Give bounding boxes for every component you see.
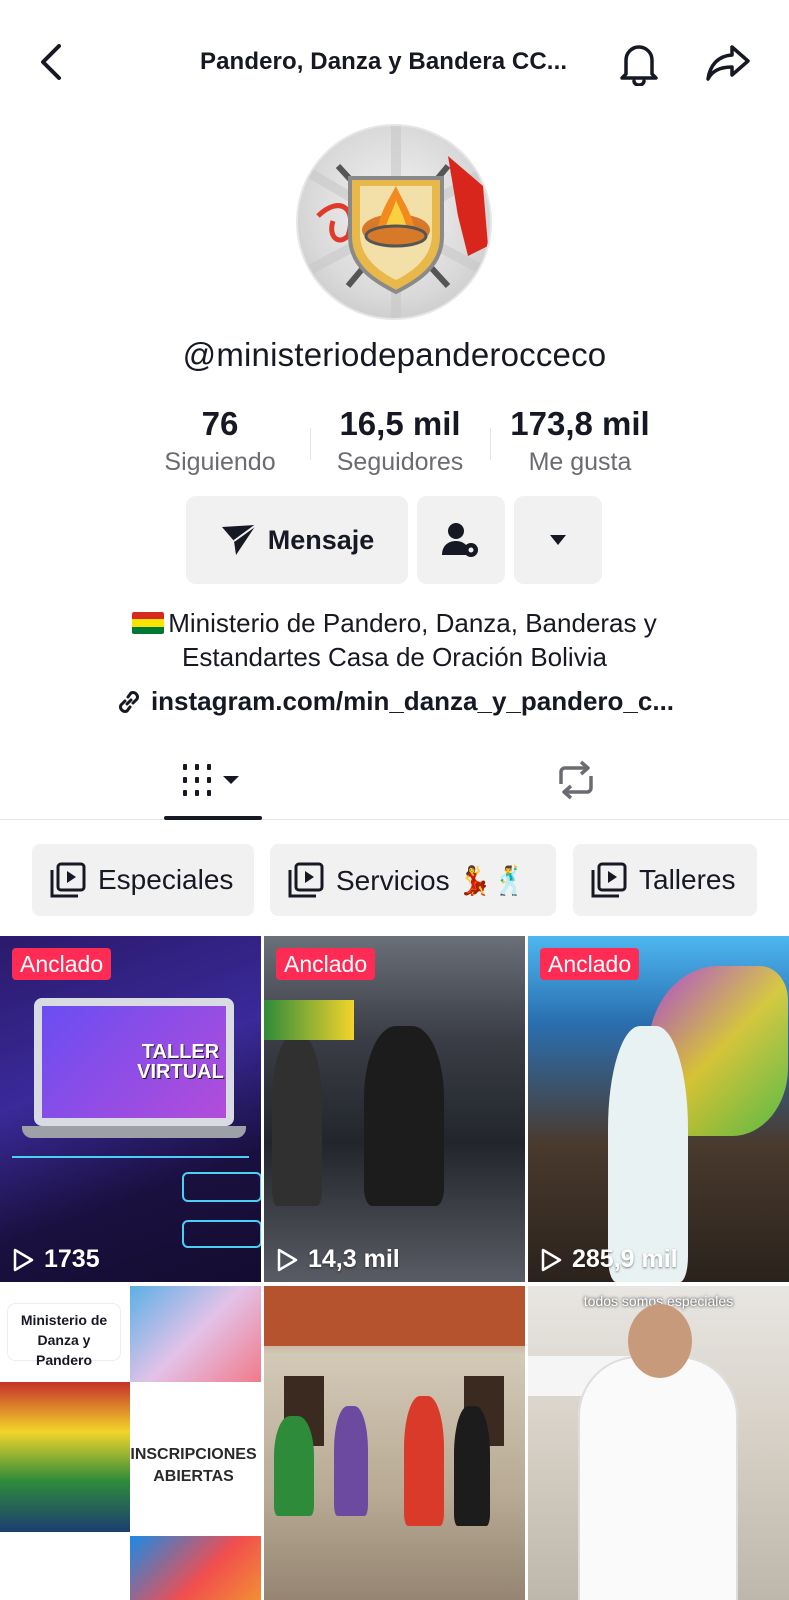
link-icon (119, 690, 139, 713)
likes-stat[interactable]: 173,8 mil Me gusta (490, 404, 670, 482)
thumbnail-text: Ministerio de Danza y Pandero (8, 1304, 120, 1368)
user-settings-icon (442, 523, 478, 557)
username: @ministeriodepanderocceco (182, 336, 607, 373)
pinned-badge: Anclado (276, 948, 376, 980)
following-stat[interactable]: 76 Siguiendo (130, 404, 310, 482)
bell-icon (620, 45, 658, 86)
share-icon (706, 45, 750, 81)
video-thumbnail[interactable]: TALLER VIRTUAL Anclado 1735 (0, 936, 261, 1282)
repost-icon (559, 760, 593, 800)
view-count-text: 14,3 mil (308, 1245, 400, 1273)
back-button[interactable] (30, 40, 70, 84)
bio-link-text: instagram.com/min_danza_y_pandero_c... (150, 686, 675, 716)
video-thumbnail[interactable]: todos somos especiales (528, 1286, 789, 1600)
notifications-button[interactable] (614, 38, 664, 88)
video-thumbnail[interactable]: Ministerio de Danza y Pandero INSCRIPCIO… (0, 1286, 261, 1600)
followers-label: Seguidores (336, 448, 464, 476)
playlist-servicios[interactable]: Servicios 💃🕺 (270, 844, 556, 916)
follow-settings-button[interactable] (417, 496, 505, 584)
likes-label: Me gusta (528, 448, 632, 476)
video-thumbnail[interactable]: Anclado 14,3 mil (264, 936, 525, 1282)
chevron-left-icon (41, 44, 61, 80)
pinned-badge: Anclado (540, 948, 640, 980)
shield-logo-image (298, 126, 490, 318)
likes-count: 173,8 mil (510, 405, 650, 442)
bio-line-2: Estandartes Casa de Oración Bolivia (182, 642, 607, 672)
play-icon (277, 1248, 298, 1271)
pinned-badge: Anclado (12, 948, 112, 980)
bio-link[interactable]: instagram.com/min_danza_y_pandero_c... (0, 686, 789, 717)
profile-header: Pandero, Danza y Bandera CC... (0, 0, 789, 126)
playlist-especiales[interactable]: Especiales (32, 844, 254, 916)
playlist-label: Servicios 💃🕺 (336, 864, 528, 896)
playlist-icon (288, 862, 324, 898)
bio-line-1: Ministerio de Pandero, Danza, Banderas y (168, 608, 657, 638)
bolivia-flag-icon (132, 612, 165, 634)
following-count: 76 (201, 405, 239, 442)
followers-stat[interactable]: 16,5 mil Seguidores (310, 404, 490, 482)
video-thumbnail[interactable] (264, 1286, 525, 1600)
avatar[interactable] (296, 124, 492, 320)
playlist-label: Talleres (639, 864, 736, 895)
view-count: 1735 (12, 1245, 100, 1274)
play-icon (13, 1248, 34, 1271)
thumbnail-title: TALLER VIRTUAL (137, 1041, 224, 1083)
playlist-label: Especiales (98, 864, 234, 895)
profile-stats: 76 Siguiendo 16,5 mil Seguidores 173,8 m… (130, 404, 670, 482)
message-button-label: Mensaje (267, 524, 375, 555)
playlist-talleres[interactable]: Talleres (573, 844, 757, 916)
message-button[interactable]: Mensaje (186, 496, 408, 584)
followers-count: 16,5 mil (339, 405, 461, 442)
thumbnail-text: INSCRIPCIONES ABIERTAS (130, 1446, 257, 1485)
send-icon (221, 524, 257, 555)
tab-reposts[interactable] (548, 740, 604, 820)
view-count-text: 1735 (44, 1245, 100, 1273)
playlist-icon (50, 862, 86, 898)
page-title: Pandero, Danza y Bandera CC... (200, 48, 568, 75)
more-options-button[interactable] (514, 496, 602, 584)
content-tabs (0, 740, 789, 820)
share-button[interactable] (700, 38, 756, 88)
tab-videos[interactable] (164, 740, 262, 820)
profile-bio: Ministerio de Pandero, Danza, Banderas y… (0, 606, 789, 674)
grid-icon (183, 764, 239, 796)
playlist-icon (591, 862, 627, 898)
following-label: Siguiendo (164, 448, 276, 476)
view-count: 285,9 mil (540, 1245, 678, 1274)
video-thumbnail[interactable]: Anclado 285,9 mil (528, 936, 789, 1282)
view-count-text: 285,9 mil (572, 1245, 678, 1273)
view-count: 14,3 mil (276, 1245, 400, 1274)
caret-down-icon (550, 535, 566, 545)
play-icon (541, 1248, 562, 1271)
